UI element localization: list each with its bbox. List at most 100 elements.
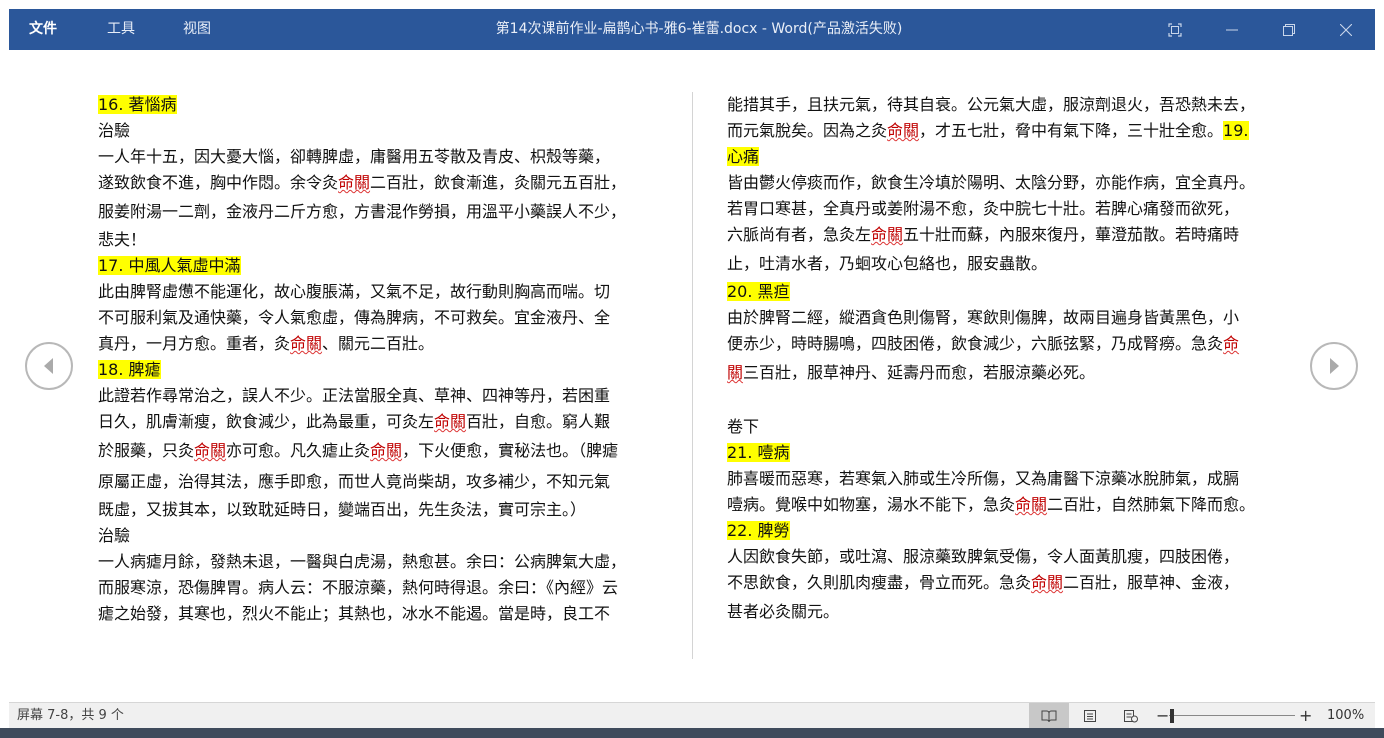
menu-tools[interactable]: 工具 xyxy=(107,9,135,50)
text-line[interactable]: 治驗 xyxy=(98,523,660,549)
read-mode-button[interactable] xyxy=(1029,703,1069,729)
menu-view[interactable]: 视图 xyxy=(183,9,211,50)
text-line[interactable]: 能措其手，且扶元氣，待其自衰。公元氣大虛，服涼劑退火，吾恐熱未去， xyxy=(727,92,1289,118)
text-run: 二百壯，自然肺氣下降而愈。 xyxy=(1047,495,1256,514)
right-page-column[interactable]: 能措其手，且扶元氣，待其自衰。公元氣大虛，服涼劑退火，吾恐熱未去， 而元氣脫矣。因… xyxy=(727,92,1289,627)
text-run: 一人年十五，因大憂大惱，卻轉脾虛，庸醫用五苓散及青皮、枳殼等藥， xyxy=(98,147,611,166)
text-line[interactable]: 此證若作尋常治之，誤人不少。正法當服全真、草神、四神等丹，若困重 xyxy=(98,383,660,409)
zoom-slider-thumb[interactable] xyxy=(1170,709,1174,723)
text-line[interactable]: 甚者必灸關元。 xyxy=(727,596,1289,627)
text-run: 便赤少，時時腸鳴，四肢困倦，飲食減少，六脈弦緊，乃成腎癆。急灸 xyxy=(727,334,1224,353)
text-line[interactable]: 既虛，又拔其本，以致耽延時日，變端百出，先生灸法，實可宗主。） xyxy=(98,497,660,523)
text-line[interactable]: 不思飲食，久則肌肉瘦盡，骨立而死。急灸命關二百壯，服草神、金液， xyxy=(727,570,1289,596)
text-line[interactable]: 真丹，一月方愈。重者，灸命關、關元二百壯。 xyxy=(98,331,660,357)
text-run: 遂致飲食不進，胸中作悶。余令灸 xyxy=(98,173,339,192)
text-line[interactable]: 一人年十五，因大憂大惱，卻轉脾虛，庸醫用五苓散及青皮、枳殼等藥， xyxy=(98,144,660,170)
previous-screen-button[interactable] xyxy=(25,342,73,390)
web-layout-icon xyxy=(1123,710,1138,723)
zoom-out-button[interactable]: − xyxy=(1156,703,1169,729)
text-line[interactable]: 治驗 xyxy=(98,118,660,144)
highlighted-heading-text: 22. 脾勞 xyxy=(727,521,790,540)
text-run: 不思飲食，久則肌肉瘦盡，骨立而死。急灸 xyxy=(727,573,1032,592)
close-button[interactable] xyxy=(1323,9,1369,50)
page-count[interactable]: 屏幕 7-8，共 9 个 xyxy=(17,703,124,729)
text-line[interactable]: 此由脾腎虛憊不能運化，故心腹脹滿，又氣不足，故行動則胸高而喘。切 xyxy=(98,279,660,305)
text-line[interactable]: 瘧之始發，其寒也，烈火不能止；其熱也，冰水不能遏。當是時，良工不 xyxy=(98,601,660,627)
read-mode-icon xyxy=(1041,710,1057,723)
text-line[interactable]: 由於脾腎二經，縱酒貪色則傷腎，寒飲則傷脾，故兩目遍身皆黃黑色，小 xyxy=(727,305,1289,331)
text-line[interactable]: 人因飲食失節，或吐瀉、服涼藥致脾氣受傷，令人面黃肌瘦，四肢困倦， xyxy=(727,544,1289,570)
text-run: 於服藥，只灸 xyxy=(98,441,195,460)
text-run: 皆由鬱火停痰而作，飲食生冷填於陽明、太陰分野，亦能作病，宜全真丹。 xyxy=(727,173,1256,192)
text-line[interactable]: 關三百壯，服草神丹、延壽丹而愈，若服涼藥必死。 xyxy=(727,357,1289,388)
highlighted-heading-text: 21. 噎病 xyxy=(727,443,790,462)
previous-screen-arrow-icon xyxy=(44,358,53,374)
section-heading[interactable]: 18. 脾瘧 xyxy=(98,357,660,383)
text-run: 能措其手，且扶元氣，待其自衰。公元氣大虛，服涼劑退火，吾恐熱未去， xyxy=(727,95,1256,114)
text-line[interactable]: 噎病。覺喉中如物塞，湯水不能下，急灸命關二百壯，自然肺氣下降而愈。 xyxy=(727,492,1289,518)
focus-mode-button[interactable] xyxy=(1152,9,1198,50)
text-run: 治驗 xyxy=(98,121,131,140)
text-line[interactable]: 而元氣脫矣。因為之灸命關，才五七壯，脅中有氣下降，三十壯全愈。19. xyxy=(727,118,1289,144)
section-heading[interactable]: 17. 中風人氣虛中滿 xyxy=(98,253,660,279)
section-heading[interactable]: 心痛 xyxy=(727,144,1289,170)
text-run: ，下火便愈，實秘法也。（脾瘧 xyxy=(402,441,619,460)
text-run: 二百壯，服草神、金液， xyxy=(1063,573,1240,592)
text-run: 卷下 xyxy=(727,417,760,436)
text-run: 此由脾腎虛憊不能運化，故心腹脹滿，又氣不足，故行動則胸高而喘。切 xyxy=(98,282,611,301)
text-run: 百壯，自愈。窮人艱 xyxy=(466,412,611,431)
text-line[interactable]: 止，吐清水者，乃蛔攻心包絡也，服安蟲散。 xyxy=(727,248,1289,279)
minimize-button[interactable] xyxy=(1209,9,1255,50)
text-line[interactable]: 卷下 xyxy=(727,414,1289,440)
text-line[interactable]: 悲夫！ xyxy=(98,227,660,253)
text-run: 既虛，又拔其本，以致耽延時日，變端百出，先生灸法，實可宗主。） xyxy=(98,500,587,519)
text-line[interactable]: 不可服利氣及通快藥，令人氣愈虛，傳為脾病，不可救矣。宜金液丹、全 xyxy=(98,305,660,331)
zoom-in-button[interactable]: + xyxy=(1299,703,1312,729)
minimize-icon xyxy=(1226,29,1238,30)
section-heading[interactable]: 22. 脾勞 xyxy=(727,518,1289,544)
taskbar-strip xyxy=(0,728,1384,738)
spelling-error-word: 命關 xyxy=(194,441,227,460)
text-line[interactable]: 便赤少，時時腸鳴，四肢困倦，飲食減少，六脈弦緊，乃成腎癆。急灸命 xyxy=(727,331,1289,357)
text-line[interactable]: 而服寒涼，恐傷脾胃。病人云：不服涼藥，熱何時得退。余曰：《內經》云 xyxy=(98,575,660,601)
text-line[interactable]: 若胃口寒甚，全真丹或姜附湯不愈，灸中脘七十壯。若脾心痛發而欲死， xyxy=(727,196,1289,222)
zoom-slider-track[interactable] xyxy=(1169,715,1295,716)
text-line[interactable]: 六脈尚有者，急灸左命關五十壯而蘇，內服來復丹，蓽澄茄散。若時痛時 xyxy=(727,222,1289,248)
highlighted-heading-text: 心痛 xyxy=(727,147,760,166)
highlighted-heading-text: 19. xyxy=(1223,121,1249,140)
text-run: 一人病瘧月餘，發熱未退，一醫與白虎湯，熱愈甚。余曰：公病脾氣大虛， xyxy=(98,552,627,571)
text-line[interactable]: 遂致飲食不進，胸中作悶。余令灸命關二百壯，飲食漸進，灸關元五百壯， xyxy=(98,170,660,196)
document-view[interactable]: 16. 著惱病 治驗 一人年十五，因大憂大惱，卻轉脾虛，庸醫用五苓散及青皮、枳殼等藥… xyxy=(9,50,1375,702)
text-run: 、關元二百壯。 xyxy=(322,334,435,353)
text-run: 而服寒涼，恐傷脾胃。病人云：不服涼藥，熱何時得退。余曰：《內經》云 xyxy=(98,578,619,597)
text-run: 六脈尚有者，急灸左 xyxy=(727,225,872,244)
highlighted-heading-text: 17. 中風人氣虛中滿 xyxy=(98,256,241,275)
status-bar: 屏幕 7-8，共 9 个 − + 100% xyxy=(9,702,1375,729)
print-layout-button[interactable] xyxy=(1070,703,1110,729)
close-icon xyxy=(1340,23,1352,36)
text-line[interactable]: 服姜附湯一二劑，金液丹二斤方愈，方書混作勞損，用溫平小藥誤人不少， xyxy=(98,196,660,227)
left-page-column[interactable]: 16. 著惱病 治驗 一人年十五，因大憂大惱，卻轉脾虛，庸醫用五苓散及青皮、枳殼等藥… xyxy=(98,92,660,627)
text-run: 瘧之始發，其寒也，烈火不能止；其熱也，冰水不能遏。當是時，良工不 xyxy=(98,604,611,623)
menu-file[interactable]: 文件 xyxy=(29,9,57,50)
next-screen-button[interactable] xyxy=(1310,342,1358,390)
text-line[interactable]: 一人病瘧月餘，發熱未退，一醫與白虎湯，熱愈甚。余曰：公病脾氣大虛， xyxy=(98,549,660,575)
zoom-level[interactable]: 100% xyxy=(1327,703,1364,729)
focus-mode-icon xyxy=(1168,22,1182,37)
web-layout-button[interactable] xyxy=(1110,703,1150,729)
section-heading[interactable]: 20. 黑疸 xyxy=(727,279,1289,305)
text-line[interactable]: 於服藥，只灸命關亦可愈。凡久瘧止灸命關，下火便愈，實秘法也。（脾瘧 xyxy=(98,435,660,466)
text-line[interactable]: 肺喜暖而惡寒，若寒氣入肺或生冷所傷，又為庸醫下涼藥冰脫肺氣，成膈 xyxy=(727,466,1289,492)
section-heading[interactable]: 16. 著惱病 xyxy=(98,92,660,118)
text-line[interactable]: 日久，肌膚漸瘦，飲食減少，此為最重，可灸左命關百壯，自愈。窮人艱 xyxy=(98,409,660,435)
spelling-error-word: 命 xyxy=(1223,334,1240,353)
spelling-error-word: 命關 xyxy=(1031,573,1064,592)
restore-button[interactable] xyxy=(1266,9,1312,50)
text-line[interactable]: 原屬正虛，治得其法，應手即愈，而世人竟尚柴胡，攻多補少，不知元氣 xyxy=(98,466,660,497)
section-heading[interactable]: 21. 噎病 xyxy=(727,440,1289,466)
text-run: 止，吐清水者，乃蛔攻心包絡也，服安蟲散。 xyxy=(727,254,1048,273)
spelling-error-word: 命關 xyxy=(338,173,371,192)
text-line[interactable]: 皆由鬱火停痰而作，飲食生冷填於陽明、太陰分野，亦能作病，宜全真丹。 xyxy=(727,170,1289,196)
text-run: 原屬正虛，治得其法，應手即愈，而世人竟尚柴胡，攻多補少，不知元氣 xyxy=(98,472,611,491)
